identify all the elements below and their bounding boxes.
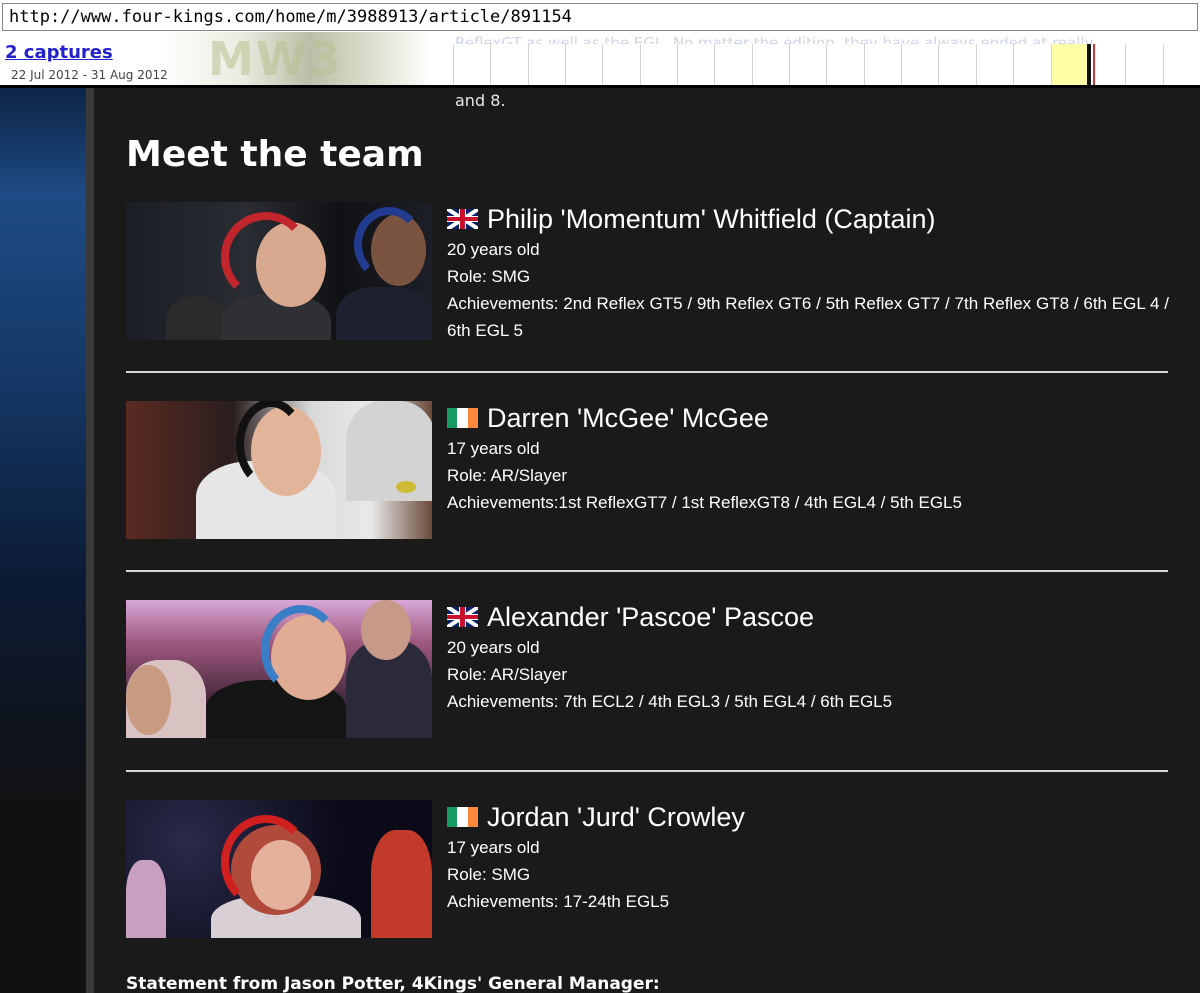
member-name: Alexander 'Pascoe' Pascoe	[487, 601, 815, 632]
member-name: Jordan 'Jurd' Crowley	[487, 801, 745, 832]
member-divider	[126, 570, 1168, 572]
member-name-row: Darren 'McGee' McGee	[447, 401, 1169, 435]
uk-flag-icon	[447, 209, 478, 229]
uk-flag-icon	[447, 607, 478, 627]
member-age: 20 years old	[447, 240, 540, 259]
timeline-cell[interactable]	[975, 44, 1014, 85]
wayback-toolbar: http://www.four-kings.com/home/m/3988913…	[0, 0, 1200, 88]
banner-text: MW3	[208, 32, 343, 86]
timeline-cell[interactable]	[751, 44, 790, 85]
timeline-cell[interactable]	[490, 44, 528, 85]
member-age: 17 years old	[447, 439, 540, 458]
timeline-cell[interactable]	[714, 44, 752, 85]
ireland-flag-icon	[447, 408, 478, 428]
member-photo	[126, 600, 432, 738]
member-name-row: Philip 'Momentum' Whitfield (Captain)	[447, 202, 1169, 236]
section-title: Meet the team	[126, 134, 424, 175]
member-role: Role: AR/Slayer	[447, 665, 567, 684]
member-achievements: Achievements:1st ReflexGT7 / 1st ReflexG…	[447, 493, 962, 512]
member-info: Darren 'McGee' McGee 17 years old Role: …	[447, 401, 1169, 516]
member-info: Philip 'Momentum' Whitfield (Captain) 20…	[447, 202, 1169, 344]
member-age: 17 years old	[447, 838, 540, 857]
member-achievements: Achievements: 17-24th EGL5	[447, 892, 670, 911]
timeline-marker-accent	[1093, 44, 1095, 85]
timeline-cell[interactable]	[527, 44, 566, 85]
timeline-cell[interactable]	[938, 44, 976, 85]
timeline-cell[interactable]	[789, 44, 827, 85]
member-photo	[126, 401, 432, 539]
timeline-cell[interactable]	[826, 44, 864, 85]
member-photo	[126, 800, 432, 938]
member-role: Role: SMG	[447, 267, 531, 286]
timeline-cell[interactable]	[565, 44, 603, 85]
timeline-cell[interactable]	[1162, 44, 1200, 85]
member-name: Darren 'McGee' McGee	[487, 402, 769, 433]
member-divider	[126, 770, 1168, 772]
member-age: 20 years old	[447, 638, 540, 657]
member-info: Jordan 'Jurd' Crowley 17 years old Role:…	[447, 800, 1169, 915]
member-name-row: Alexander 'Pascoe' Pascoe	[447, 600, 1169, 634]
statement-heading: Statement from Jason Potter, 4Kings' Gen…	[126, 974, 660, 993]
capture-date-range: 22 Jul 2012 - 31 Aug 2012	[11, 68, 168, 82]
member-photo	[126, 202, 432, 340]
member-achievements: Achievements: 7th ECL2 / 4th EGL3 / 5th …	[447, 692, 893, 711]
article-fragment-text: and 8.	[455, 91, 506, 110]
captures-link[interactable]: 2 captures	[5, 42, 113, 63]
timeline-marker	[1087, 44, 1091, 85]
banner-image: MW3	[160, 32, 432, 86]
timeline-cell[interactable]	[863, 44, 902, 85]
member-name-row: Jordan 'Jurd' Crowley	[447, 800, 1169, 834]
member-name: Philip 'Momentum' Whitfield (Captain)	[487, 203, 936, 234]
timeline-cell-current[interactable]	[1050, 44, 1088, 85]
timeline-cell[interactable]	[602, 44, 640, 85]
member-role: Role: AR/Slayer	[447, 466, 567, 485]
member-role: Role: SMG	[447, 865, 531, 884]
timeline-cell[interactable]	[639, 44, 678, 85]
timeline-cell[interactable]	[1125, 44, 1163, 85]
member-divider	[126, 371, 1168, 373]
side-background	[0, 88, 86, 993]
timeline-cell[interactable]	[901, 44, 939, 85]
timeline-cell[interactable]	[677, 44, 715, 85]
member-achievements: Achievements: 2nd Reflex GT5 / 9th Refle…	[447, 294, 1169, 340]
ireland-flag-icon	[447, 807, 478, 827]
url-field[interactable]: http://www.four-kings.com/home/m/3988913…	[2, 3, 1198, 31]
side-divider	[86, 88, 94, 993]
timeline-cell[interactable]	[1013, 44, 1051, 85]
timeline-cell[interactable]	[453, 44, 491, 85]
member-info: Alexander 'Pascoe' Pascoe 20 years old R…	[447, 600, 1169, 715]
